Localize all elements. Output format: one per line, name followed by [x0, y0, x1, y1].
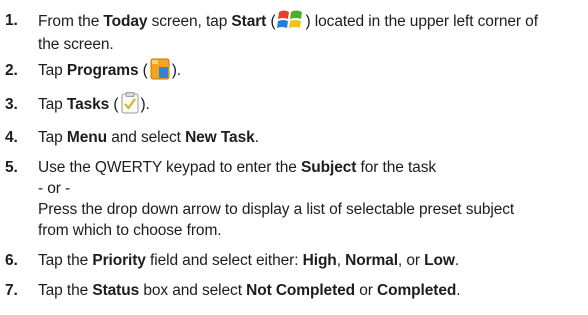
programs-folder-icon — [150, 58, 170, 80]
step-number: 2. — [5, 62, 18, 79]
start-label: Start — [231, 13, 267, 31]
step-number: 1. — [5, 12, 18, 29]
or-separator: - or - — [38, 180, 71, 197]
step-text: Tap Menu and select New Task. — [38, 129, 259, 146]
today-label: Today — [103, 13, 148, 31]
step-text: Tap the Status box and select Not Comple… — [38, 282, 461, 299]
new-task-label: New Task — [185, 129, 255, 146]
menu-label: Menu — [66, 129, 107, 146]
instruction-steps: 1. From the Today screen, tap Start ( ) … — [0, 0, 588, 315]
not-completed-label: Not Completed — [246, 282, 356, 299]
step-text: Tap Tasks ( ). — [38, 92, 588, 116]
step-text: From the Today screen, tap Start ( ) loc… — [38, 10, 588, 55]
status-label: Status — [92, 282, 140, 299]
step-text: Tap Programs ( ). — [38, 58, 588, 82]
step-number: 7. — [5, 282, 18, 299]
subject-label: Subject — [301, 159, 357, 176]
high-label: High — [302, 252, 337, 269]
windows-start-icon — [276, 8, 306, 32]
normal-label: Normal — [345, 252, 398, 269]
completed-label: Completed — [377, 282, 457, 299]
tasks-clipboard-icon — [121, 92, 139, 114]
step-text: Use the QWERTY keypad to enter the Subje… — [38, 157, 588, 241]
tasks-label: Tasks — [66, 96, 110, 114]
step-number: 3. — [5, 96, 18, 113]
step-number: 5. — [5, 159, 18, 176]
priority-label: Priority — [92, 252, 146, 269]
programs-label: Programs — [66, 62, 139, 80]
step-number: 6. — [5, 252, 18, 269]
step-number: 4. — [5, 129, 18, 146]
step-text: Tap the Priority field and select either… — [38, 252, 460, 269]
low-label: Low — [424, 252, 455, 269]
